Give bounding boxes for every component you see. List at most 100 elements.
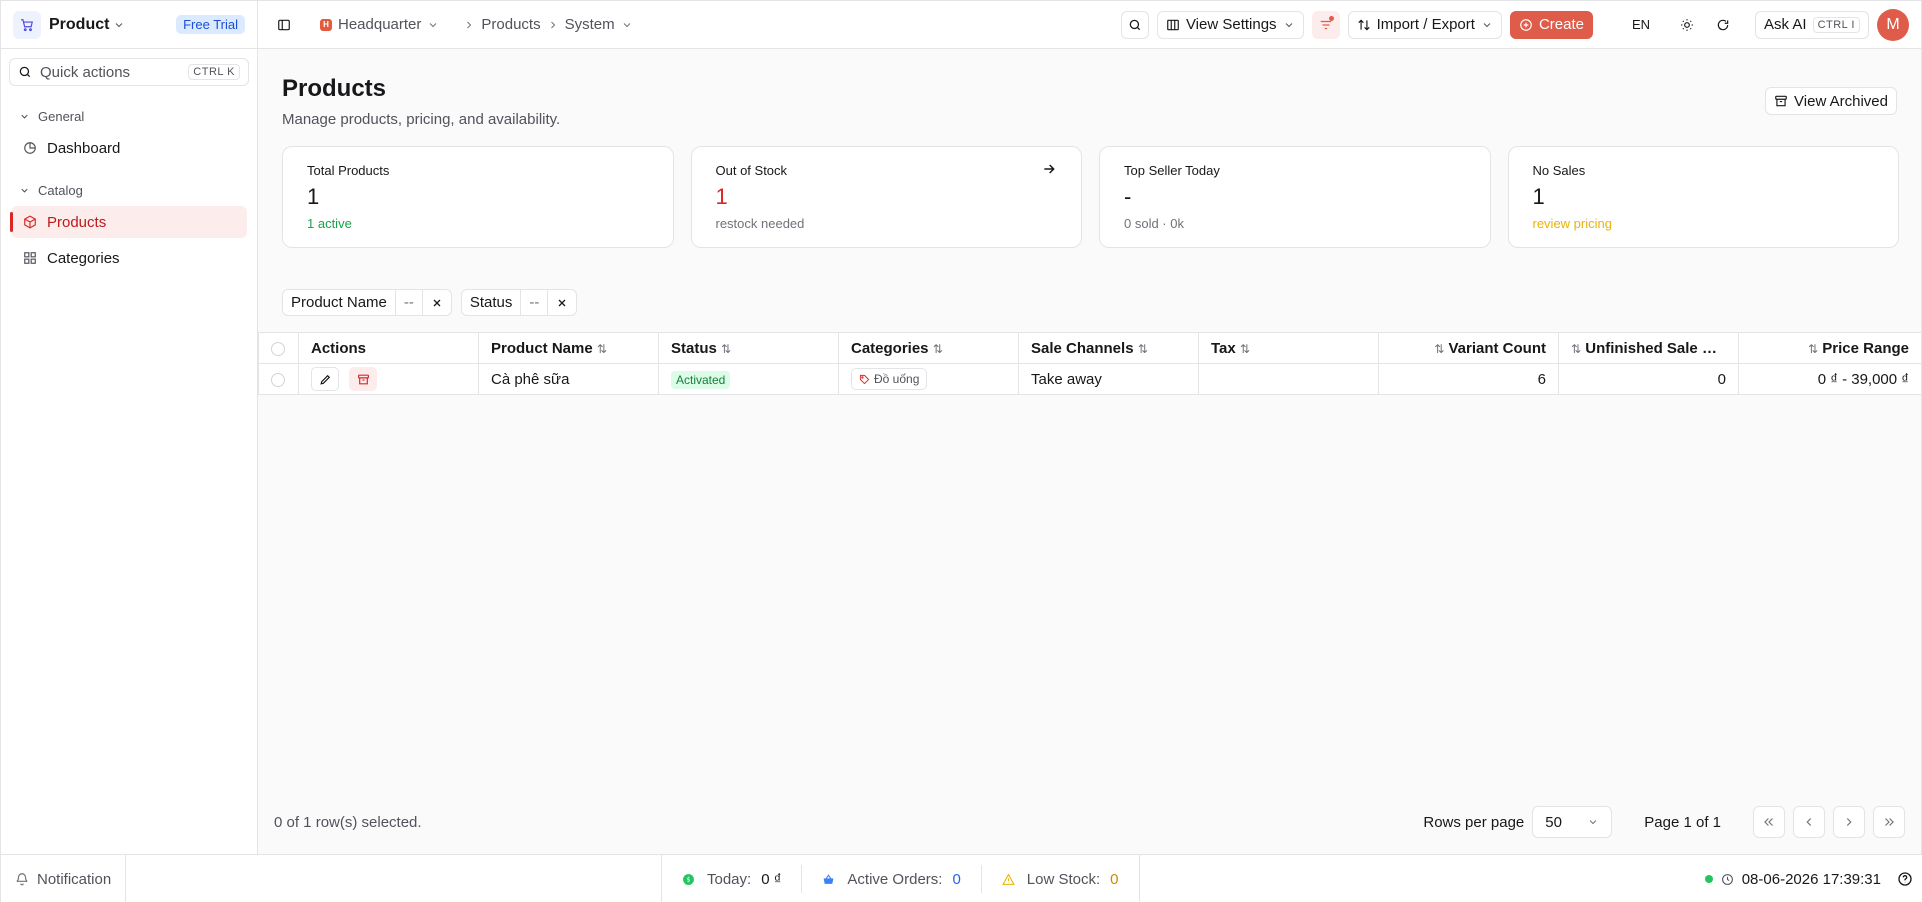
- col-sale-channels[interactable]: Sale Channels ⇅: [1018, 332, 1199, 364]
- rows-per-page-select[interactable]: 50: [1532, 806, 1613, 838]
- status-stats: $ Today: 0 ₫ Active Orders: 0 Low Stock:…: [661, 855, 1140, 902]
- edit-button[interactable]: [311, 367, 339, 391]
- breadcrumb-system[interactable]: System: [565, 16, 615, 33]
- col-product-name[interactable]: Product Name ⇅: [478, 332, 659, 364]
- chevron-down-icon[interactable]: [621, 19, 633, 31]
- select-all-checkbox[interactable]: [258, 332, 299, 364]
- filter-status[interactable]: Status --: [460, 289, 578, 316]
- chevron-right-icon: [547, 19, 559, 31]
- import-export-button[interactable]: Import / Export: [1347, 10, 1502, 39]
- cell-categories: Đồ uống: [838, 363, 1019, 395]
- avatar[interactable]: M: [1877, 8, 1909, 41]
- topbar-actions: View Settings Import / Export Create EN: [1120, 8, 1909, 41]
- row-actions: [298, 363, 479, 395]
- filter-value[interactable]: --: [521, 290, 549, 315]
- view-archived-button[interactable]: View Archived: [1765, 87, 1897, 115]
- sidebar-group-catalog[interactable]: Catalog: [1, 178, 257, 202]
- chevron-down-icon: [1483, 22, 1491, 27]
- stat-label: Active Orders:: [847, 870, 943, 888]
- filter-icon: [1320, 20, 1331, 29]
- card-label: No Sales: [1532, 163, 1586, 178]
- sidebar-item-products[interactable]: Products: [10, 206, 247, 238]
- card-sub: 0 sold · 0k: [1124, 216, 1184, 231]
- ask-ai-button[interactable]: Ask AI CTRL I: [1755, 10, 1869, 39]
- quick-actions-input[interactable]: Quick actions CTRL K: [9, 58, 249, 86]
- table-row[interactable]: Cà phê sữa Activated Đồ uống Take away 6…: [258, 363, 1922, 395]
- col-unfinished-sale-orders[interactable]: ⇅ Unfinished Sale O...: [1558, 332, 1739, 364]
- stat-today: $ Today: 0 ₫: [662, 865, 803, 893]
- create-button[interactable]: Create: [1509, 10, 1593, 39]
- chevron-down-icon[interactable]: [427, 19, 439, 31]
- toggle-sidebar-button[interactable]: [270, 10, 298, 39]
- sidebar-header: Product Free Trial: [1, 1, 257, 49]
- notification-label: Notification: [37, 870, 112, 888]
- page-info: Page 1 of 1: [1644, 813, 1721, 831]
- sort-icon: ⇅: [1137, 341, 1148, 356]
- next-page-button[interactable]: [1833, 806, 1865, 838]
- sidebar-group-label: General: [38, 108, 85, 124]
- search-button[interactable]: [1120, 10, 1149, 39]
- col-price-range[interactable]: ⇅ Price Range: [1738, 332, 1922, 364]
- app-switcher[interactable]: Product: [49, 16, 125, 34]
- sidebar-group-general[interactable]: General: [1, 104, 257, 128]
- ask-ai-shortcut: CTRL I: [1812, 16, 1860, 33]
- view-settings-label: View Settings: [1185, 16, 1277, 33]
- app-window: Product Free Trial Quick actions CTRL K …: [0, 0, 1922, 902]
- language-button[interactable]: EN: [1622, 10, 1660, 39]
- app-name: Product: [49, 15, 110, 33]
- chevrons-right-icon: [1885, 818, 1894, 826]
- help-icon[interactable]: [1897, 871, 1913, 887]
- sidebar-item-dashboard[interactable]: Dashboard: [11, 132, 247, 164]
- card-sub: 1 active: [307, 216, 352, 231]
- last-page-button[interactable]: [1873, 806, 1905, 838]
- filter-bar: Product Name -- Status --: [282, 289, 578, 316]
- theme-toggle-button[interactable]: [1673, 10, 1702, 39]
- arrow-right-icon[interactable]: [1041, 161, 1057, 177]
- filter-button[interactable]: [1311, 10, 1340, 39]
- cell-unfinished-sale-orders: 0: [1558, 363, 1739, 395]
- category-tag: Đồ uống: [851, 368, 928, 390]
- box-icon: [23, 215, 37, 229]
- cell-product-name[interactable]: Cà phê sữa: [478, 363, 659, 395]
- topbar: H Headquarter Products System View Setti…: [258, 1, 1921, 49]
- filter-product-name[interactable]: Product Name --: [282, 289, 452, 316]
- col-variant-count[interactable]: ⇅ Variant Count: [1378, 332, 1559, 364]
- search-icon: [18, 65, 32, 79]
- refresh-button[interactable]: [1709, 10, 1738, 39]
- chevron-down-icon: [19, 111, 30, 122]
- chevron-down-icon: [113, 19, 125, 31]
- clear-filter-button[interactable]: [423, 290, 451, 315]
- first-page-button[interactable]: [1753, 806, 1785, 838]
- sidebar-item-categories[interactable]: Categories: [11, 242, 247, 274]
- quick-actions-shortcut: CTRL K: [188, 64, 240, 80]
- col-tax[interactable]: Tax ⇅: [1198, 332, 1379, 364]
- col-status[interactable]: Status ⇅: [658, 332, 839, 364]
- previous-page-button[interactable]: [1793, 806, 1825, 838]
- breadcrumb-products[interactable]: Products: [481, 16, 540, 33]
- sidebar-item-label: Dashboard: [47, 139, 121, 157]
- card-top-seller: Top Seller Today - 0 sold · 0k: [1099, 146, 1491, 248]
- filter-value[interactable]: --: [396, 290, 423, 315]
- archive-button[interactable]: [349, 367, 378, 391]
- svg-text:$: $: [686, 875, 690, 883]
- trial-badge[interactable]: Free Trial: [176, 15, 245, 34]
- col-label: Unfinished Sale O...: [1585, 339, 1727, 357]
- view-settings-button[interactable]: View Settings: [1156, 10, 1304, 39]
- filter-label: Status: [462, 290, 522, 315]
- stats-cards: Total Products 1 1 active Out of Stock 1…: [282, 146, 1899, 248]
- col-categories[interactable]: Categories ⇅: [838, 332, 1019, 364]
- clear-filter-button[interactable]: [548, 290, 576, 315]
- card-out-of-stock[interactable]: Out of Stock 1 restock needed: [690, 146, 1082, 248]
- grid-icon: [23, 251, 37, 265]
- card-label: Out of Stock: [715, 163, 788, 178]
- card-sub: restock needed: [715, 216, 805, 231]
- row-checkbox[interactable]: [258, 363, 299, 395]
- breadcrumb-headquarter[interactable]: Headquarter: [338, 16, 421, 33]
- page-subtitle: Manage products, pricing, and availabili…: [282, 111, 561, 128]
- col-actions: Actions: [298, 332, 479, 364]
- sort-icon: ⇅: [1808, 341, 1819, 356]
- sort-icon: ⇅: [1434, 341, 1445, 356]
- col-label: Sale Channels: [1031, 339, 1134, 357]
- notification-button[interactable]: Notification: [1, 855, 127, 902]
- pencil-icon: [319, 374, 330, 385]
